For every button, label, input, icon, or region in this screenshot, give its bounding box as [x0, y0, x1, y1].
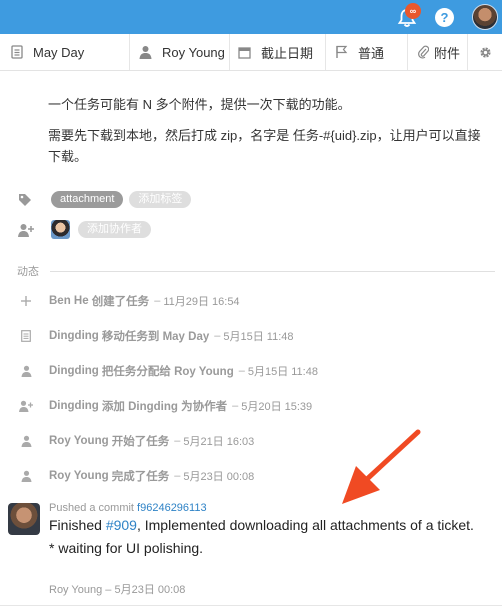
activity-action: 添加 Dingding 为协作者	[101, 401, 228, 413]
settings-button[interactable]	[468, 34, 502, 70]
commit-info: Pushed a commit f96246296113	[49, 502, 207, 514]
tag-icon	[18, 193, 34, 207]
activity-actor[interactable]: Roy Young	[49, 435, 109, 447]
description-paragraph: 一个任务可能有 N 多个附件，提供一次下载的功能。	[48, 97, 351, 112]
notification-badge[interactable]: ∞	[405, 3, 421, 19]
due-date-label: 截止日期	[261, 45, 314, 61]
activity-title: 动态	[17, 266, 39, 278]
divider	[0, 605, 502, 606]
commit-prefix: Pushed a commit	[49, 502, 134, 514]
top-bar: ∞ ?	[0, 0, 502, 34]
activity-time: 5月20日 15:39	[241, 401, 313, 413]
issue-link[interactable]: #909	[106, 517, 137, 533]
description-paragraph: 需要先下载到本地，然后打成 zip，名字是 任务-#{uid}.zip，让用户可…	[48, 128, 481, 164]
list-name: May Day	[33, 44, 85, 60]
activity-action: 完成了任务	[111, 471, 170, 483]
gear-icon	[478, 45, 493, 60]
activity-actor[interactable]: Dingding	[49, 365, 99, 377]
comment-text: Finished	[49, 517, 102, 533]
activity-item: Roy Young 完成了任务 –5月23日 00:08	[18, 468, 254, 484]
activity-item: Ben He 创建了任务 –11月29日 16:54	[18, 293, 240, 309]
list-icon	[11, 45, 23, 59]
add-collaborator-button[interactable]: 添加协作者	[78, 221, 151, 238]
help-icon[interactable]: ?	[435, 8, 454, 27]
comment-meta: Roy Young – 5月23日 00:08	[49, 584, 186, 596]
user-icon	[139, 45, 152, 59]
user-avatar[interactable]	[472, 4, 498, 30]
comment-author[interactable]: Roy Young	[49, 584, 102, 596]
attachment-button[interactable]: 附件	[408, 34, 468, 70]
list-icon	[18, 330, 34, 342]
comment-author-avatar[interactable]	[8, 503, 40, 535]
collaborator-avatar[interactable]	[51, 220, 70, 239]
activity-actor[interactable]: Ben He	[49, 295, 89, 307]
divider	[50, 271, 495, 272]
activity-time: 5月15日 11:48	[247, 366, 318, 378]
assignee-name: Roy Young	[162, 44, 225, 60]
plus-icon	[18, 296, 34, 306]
comment-line: * waiting for UI polishing.	[49, 540, 204, 556]
add-tag-button[interactable]: 添加标签	[129, 191, 192, 208]
activity-time: 5月21日 16:03	[183, 436, 255, 448]
user-add-icon	[18, 400, 34, 412]
activity-item: Dingding 把任务分配给 Roy Young –5月15日 11:48	[18, 363, 318, 379]
activity-item: Dingding 移动任务到 May Day –5月15日 11:48	[18, 328, 294, 344]
calendar-icon	[238, 46, 251, 59]
tags-row: attachment 添加标签	[18, 191, 197, 208]
activity-action: 创建了任务	[91, 296, 150, 308]
due-date-selector[interactable]: 截止日期	[230, 34, 326, 70]
collaborators-row: 添加协作者	[18, 220, 157, 239]
activity-action: 移动任务到 May Day	[101, 331, 210, 343]
activity-actor[interactable]: Roy Young	[49, 470, 109, 482]
activity-action: 把任务分配给 Roy Young	[101, 366, 234, 378]
priority-selector[interactable]: 普通	[326, 34, 408, 70]
activity-time: 5月23日 00:08	[183, 471, 255, 483]
assignee-selector[interactable]: Roy Young	[130, 34, 230, 70]
user-add-icon	[18, 223, 34, 237]
activity-time: 11月29日 16:54	[163, 296, 240, 308]
activity-item: Dingding 添加 Dingding 为协作者 –5月20日 15:39	[18, 398, 312, 414]
tag-pill[interactable]: attachment	[51, 191, 124, 208]
flag-icon	[335, 45, 348, 59]
priority-label: 普通	[358, 45, 385, 61]
task-meta-bar: May Day Roy Young 截止日期 普通 附件	[0, 34, 502, 71]
attachment-label: 附件	[434, 45, 461, 61]
activity-time: 5月15日 11:48	[223, 331, 294, 343]
commit-hash-link[interactable]: f96246296113	[137, 502, 207, 514]
user-icon	[18, 470, 34, 482]
paperclip-icon	[418, 45, 429, 59]
user-icon	[18, 435, 34, 447]
activity-actor[interactable]: Dingding	[49, 330, 99, 342]
activity-item: Roy Young 开始了任务 –5月21日 16:03	[18, 433, 254, 449]
user-icon	[18, 365, 34, 377]
list-selector[interactable]: May Day	[0, 34, 130, 70]
annotation-arrow	[342, 429, 421, 504]
comment-body: Finished #909, Implemented downloading a…	[49, 515, 489, 558]
comment-time: 5月23日 00:08	[114, 584, 186, 596]
task-description[interactable]: 一个任务可能有 N 多个附件，提供一次下载的功能。 需要先下载到本地，然后打成 …	[48, 94, 492, 167]
activity-actor[interactable]: Dingding	[49, 400, 99, 412]
activity-action: 开始了任务	[111, 436, 170, 448]
